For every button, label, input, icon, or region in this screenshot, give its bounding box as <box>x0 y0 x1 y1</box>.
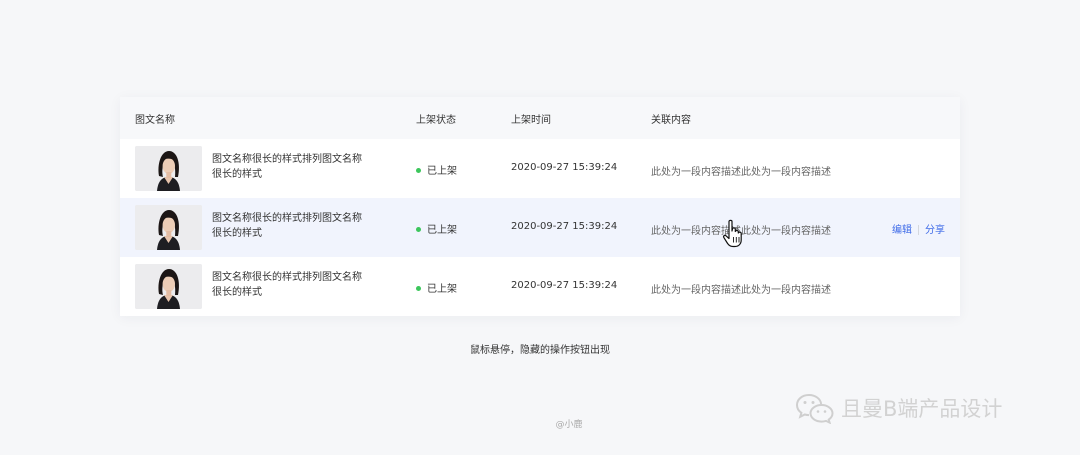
publish-time: 2020-09-27 15:39:24 <box>511 162 618 173</box>
watermark-text: 且曼B端产品设计 <box>841 397 1003 421</box>
watermark: 且曼B端产品设计 <box>795 392 1002 424</box>
table-row-hovered[interactable]: 图文名称很长的样式排列图文名称很长的样式 已上架 2020-09-27 15:3… <box>120 198 960 257</box>
hand-pointer-icon <box>723 219 742 248</box>
header-related: 关联内容 <box>651 115 691 126</box>
article-thumbnail <box>135 146 202 191</box>
avatar-photo <box>135 146 202 191</box>
avatar-photo <box>135 264 202 309</box>
article-title: 图文名称很长的样式排列图文名称很长的样式 <box>212 154 362 180</box>
related-description: 此处为一段内容描述此处为一段内容描述 <box>651 167 831 178</box>
wechat-icon <box>795 394 834 424</box>
status-badge: 已上架 <box>416 221 457 236</box>
publish-time: 2020-09-27 15:39:24 <box>511 221 618 232</box>
article-thumbnail <box>135 205 202 250</box>
share-button[interactable]: 分享 <box>925 225 945 236</box>
edit-button[interactable]: 编辑 <box>892 225 912 236</box>
action-divider <box>918 225 919 235</box>
status-dot <box>416 226 421 232</box>
avatar-photo <box>135 205 202 250</box>
status-label: 已上架 <box>427 166 457 177</box>
status-label: 已上架 <box>427 225 457 236</box>
table-row[interactable]: 图文名称很长的样式排列图文名称很长的样式 已上架 2020-09-27 15:3… <box>120 257 960 316</box>
article-title: 图文名称很长的样式排列图文名称很长的样式 <box>212 213 362 239</box>
status-label: 已上架 <box>427 284 457 295</box>
article-title: 图文名称很长的样式排列图文名称很长的样式 <box>212 272 362 298</box>
status-dot <box>416 285 421 291</box>
related-description: 此处为一段内容描述此处为一段内容描述 <box>651 285 831 296</box>
article-thumbnail <box>135 264 202 309</box>
header-time: 上架时间 <box>511 115 551 126</box>
publish-time: 2020-09-27 15:39:24 <box>511 280 618 291</box>
status-dot <box>416 167 421 173</box>
caption-text: 鼠标悬停，隐藏的操作按钮出现 <box>470 345 610 356</box>
status-badge: 已上架 <box>416 280 457 295</box>
header-status: 上架状态 <box>416 115 456 126</box>
row-actions: 编辑 分享 <box>892 221 945 236</box>
header-name: 图文名称 <box>135 115 175 126</box>
status-badge: 已上架 <box>416 162 457 177</box>
table-header: 图文名称 上架状态 上架时间 关联内容 <box>120 97 960 139</box>
content-table: 图文名称 上架状态 上架时间 关联内容 图文名称很长的样式排列图文名称很长的样式… <box>120 97 960 316</box>
table-row[interactable]: 图文名称很长的样式排列图文名称很长的样式 已上架 2020-09-27 15:3… <box>120 139 960 198</box>
